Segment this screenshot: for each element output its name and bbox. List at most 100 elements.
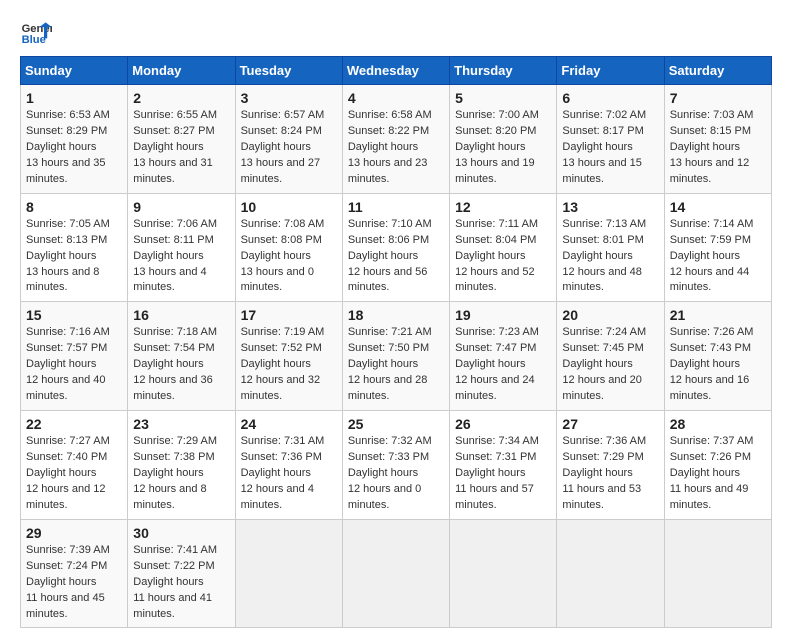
calendar-cell: 17 Sunrise: 7:19 AMSunset: 7:52 PMDaylig…	[235, 302, 342, 411]
day-info: Sunrise: 7:14 AMSunset: 7:59 PMDaylight …	[670, 218, 754, 294]
calendar-cell: 4 Sunrise: 6:58 AMSunset: 8:22 PMDayligh…	[342, 85, 449, 194]
day-number: 10	[241, 199, 337, 215]
day-number: 18	[348, 307, 444, 323]
day-number: 14	[670, 199, 766, 215]
calendar-cell: 12 Sunrise: 7:11 AMSunset: 8:04 PMDaylig…	[450, 193, 557, 302]
day-info: Sunrise: 7:02 AMSunset: 8:17 PMDaylight …	[562, 109, 646, 185]
week-row-2: 8 Sunrise: 7:05 AMSunset: 8:13 PMDayligh…	[21, 193, 772, 302]
calendar-cell: 26 Sunrise: 7:34 AMSunset: 7:31 PMDaylig…	[450, 411, 557, 520]
day-number: 4	[348, 90, 444, 106]
col-header-tuesday: Tuesday	[235, 57, 342, 85]
calendar-cell: 25 Sunrise: 7:32 AMSunset: 7:33 PMDaylig…	[342, 411, 449, 520]
day-info: Sunrise: 7:00 AMSunset: 8:20 PMDaylight …	[455, 109, 539, 185]
day-info: Sunrise: 7:13 AMSunset: 8:01 PMDaylight …	[562, 218, 646, 294]
day-number: 15	[26, 307, 122, 323]
day-info: Sunrise: 7:03 AMSunset: 8:15 PMDaylight …	[670, 109, 754, 185]
svg-text:Blue: Blue	[22, 34, 46, 46]
day-info: Sunrise: 7:23 AMSunset: 7:47 PMDaylight …	[455, 326, 539, 402]
calendar-cell: 23 Sunrise: 7:29 AMSunset: 7:38 PMDaylig…	[128, 411, 235, 520]
col-header-thursday: Thursday	[450, 57, 557, 85]
day-number: 25	[348, 416, 444, 432]
day-number: 8	[26, 199, 122, 215]
calendar-cell: 11 Sunrise: 7:10 AMSunset: 8:06 PMDaylig…	[342, 193, 449, 302]
day-info: Sunrise: 7:41 AMSunset: 7:22 PMDaylight …	[133, 544, 217, 620]
day-number: 28	[670, 416, 766, 432]
day-info: Sunrise: 6:55 AMSunset: 8:27 PMDaylight …	[133, 109, 217, 185]
calendar-cell: 9 Sunrise: 7:06 AMSunset: 8:11 PMDayligh…	[128, 193, 235, 302]
calendar-cell: 6 Sunrise: 7:02 AMSunset: 8:17 PMDayligh…	[557, 85, 664, 194]
day-number: 20	[562, 307, 658, 323]
week-row-1: 1 Sunrise: 6:53 AMSunset: 8:29 PMDayligh…	[21, 85, 772, 194]
calendar-cell: 19 Sunrise: 7:23 AMSunset: 7:47 PMDaylig…	[450, 302, 557, 411]
day-info: Sunrise: 7:32 AMSunset: 7:33 PMDaylight …	[348, 435, 432, 511]
calendar-cell: 16 Sunrise: 7:18 AMSunset: 7:54 PMDaylig…	[128, 302, 235, 411]
day-number: 24	[241, 416, 337, 432]
day-number: 29	[26, 525, 122, 541]
day-number: 17	[241, 307, 337, 323]
day-number: 11	[348, 199, 444, 215]
day-info: Sunrise: 7:36 AMSunset: 7:29 PMDaylight …	[562, 435, 646, 511]
calendar-cell: 28 Sunrise: 7:37 AMSunset: 7:26 PMDaylig…	[664, 411, 771, 520]
day-info: Sunrise: 7:29 AMSunset: 7:38 PMDaylight …	[133, 435, 217, 511]
day-number: 9	[133, 199, 229, 215]
day-info: Sunrise: 7:18 AMSunset: 7:54 PMDaylight …	[133, 326, 217, 402]
calendar-cell: 20 Sunrise: 7:24 AMSunset: 7:45 PMDaylig…	[557, 302, 664, 411]
col-header-friday: Friday	[557, 57, 664, 85]
day-number: 23	[133, 416, 229, 432]
day-number: 3	[241, 90, 337, 106]
page-header: General Blue	[20, 16, 772, 48]
calendar-cell: 8 Sunrise: 7:05 AMSunset: 8:13 PMDayligh…	[21, 193, 128, 302]
day-number: 6	[562, 90, 658, 106]
calendar-cell: 14 Sunrise: 7:14 AMSunset: 7:59 PMDaylig…	[664, 193, 771, 302]
calendar-cell: 5 Sunrise: 7:00 AMSunset: 8:20 PMDayligh…	[450, 85, 557, 194]
col-header-monday: Monday	[128, 57, 235, 85]
day-info: Sunrise: 7:24 AMSunset: 7:45 PMDaylight …	[562, 326, 646, 402]
calendar-cell: 3 Sunrise: 6:57 AMSunset: 8:24 PMDayligh…	[235, 85, 342, 194]
calendar-cell: 10 Sunrise: 7:08 AMSunset: 8:08 PMDaylig…	[235, 193, 342, 302]
calendar-cell: 15 Sunrise: 7:16 AMSunset: 7:57 PMDaylig…	[21, 302, 128, 411]
day-info: Sunrise: 7:27 AMSunset: 7:40 PMDaylight …	[26, 435, 110, 511]
calendar-cell: 24 Sunrise: 7:31 AMSunset: 7:36 PMDaylig…	[235, 411, 342, 520]
day-number: 21	[670, 307, 766, 323]
day-info: Sunrise: 7:16 AMSunset: 7:57 PMDaylight …	[26, 326, 110, 402]
day-info: Sunrise: 7:08 AMSunset: 8:08 PMDaylight …	[241, 218, 325, 294]
day-info: Sunrise: 7:26 AMSunset: 7:43 PMDaylight …	[670, 326, 754, 402]
day-info: Sunrise: 6:53 AMSunset: 8:29 PMDaylight …	[26, 109, 110, 185]
day-number: 13	[562, 199, 658, 215]
logo: General Blue	[20, 16, 52, 48]
day-info: Sunrise: 7:19 AMSunset: 7:52 PMDaylight …	[241, 326, 325, 402]
day-number: 5	[455, 90, 551, 106]
day-number: 26	[455, 416, 551, 432]
day-info: Sunrise: 7:21 AMSunset: 7:50 PMDaylight …	[348, 326, 432, 402]
calendar-cell: 7 Sunrise: 7:03 AMSunset: 8:15 PMDayligh…	[664, 85, 771, 194]
day-number: 7	[670, 90, 766, 106]
calendar-cell: 13 Sunrise: 7:13 AMSunset: 8:01 PMDaylig…	[557, 193, 664, 302]
day-number: 1	[26, 90, 122, 106]
day-number: 16	[133, 307, 229, 323]
day-number: 27	[562, 416, 658, 432]
calendar-cell: 21 Sunrise: 7:26 AMSunset: 7:43 PMDaylig…	[664, 302, 771, 411]
day-info: Sunrise: 7:37 AMSunset: 7:26 PMDaylight …	[670, 435, 754, 511]
calendar-cell: 27 Sunrise: 7:36 AMSunset: 7:29 PMDaylig…	[557, 411, 664, 520]
logo-icon: General Blue	[20, 16, 52, 48]
calendar-cell: 18 Sunrise: 7:21 AMSunset: 7:50 PMDaylig…	[342, 302, 449, 411]
day-number: 12	[455, 199, 551, 215]
week-row-3: 15 Sunrise: 7:16 AMSunset: 7:57 PMDaylig…	[21, 302, 772, 411]
week-row-4: 22 Sunrise: 7:27 AMSunset: 7:40 PMDaylig…	[21, 411, 772, 520]
day-number: 2	[133, 90, 229, 106]
day-info: Sunrise: 6:58 AMSunset: 8:22 PMDaylight …	[348, 109, 432, 185]
day-number: 22	[26, 416, 122, 432]
day-info: Sunrise: 7:06 AMSunset: 8:11 PMDaylight …	[133, 218, 217, 294]
day-info: Sunrise: 7:05 AMSunset: 8:13 PMDaylight …	[26, 218, 110, 294]
day-info: Sunrise: 7:31 AMSunset: 7:36 PMDaylight …	[241, 435, 325, 511]
day-info: Sunrise: 7:11 AMSunset: 8:04 PMDaylight …	[455, 218, 538, 294]
calendar-cell: 22 Sunrise: 7:27 AMSunset: 7:40 PMDaylig…	[21, 411, 128, 520]
col-header-saturday: Saturday	[664, 57, 771, 85]
calendar-table: SundayMondayTuesdayWednesdayThursdayFrid…	[20, 56, 772, 628]
day-number: 30	[133, 525, 229, 541]
col-header-wednesday: Wednesday	[342, 57, 449, 85]
col-header-sunday: Sunday	[21, 57, 128, 85]
day-info: Sunrise: 7:10 AMSunset: 8:06 PMDaylight …	[348, 218, 432, 294]
calendar-cell: 2 Sunrise: 6:55 AMSunset: 8:27 PMDayligh…	[128, 85, 235, 194]
day-number: 19	[455, 307, 551, 323]
